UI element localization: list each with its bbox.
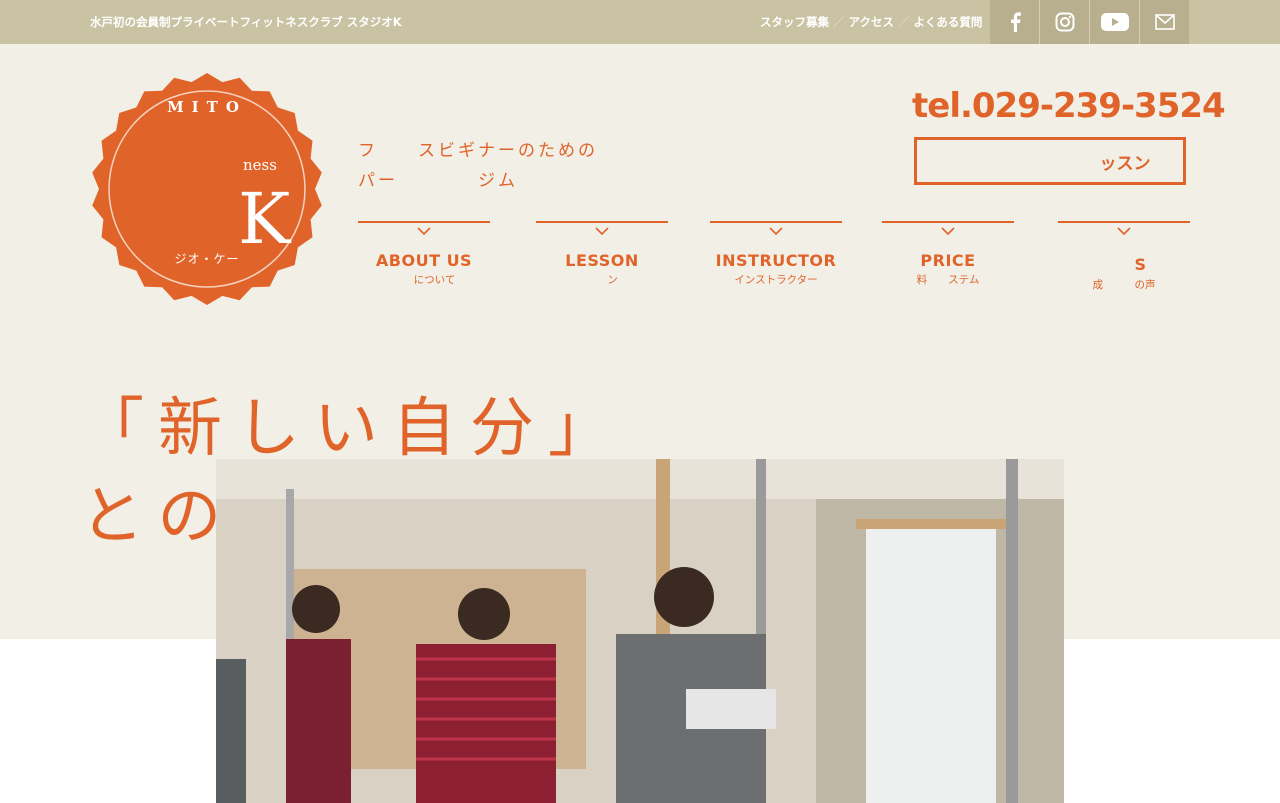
logo-mito-text: MITO xyxy=(167,98,247,116)
nav-rule xyxy=(358,221,490,223)
nav-rule xyxy=(1058,221,1190,223)
trial-lesson-label: ッスン xyxy=(1099,153,1151,174)
top-link-recruit[interactable]: スタッフ募集 xyxy=(760,15,829,29)
catchcopy-line2: パー ジム xyxy=(358,171,518,191)
nav-item-instructor[interactable]: INSTRUCTOR インストラクター xyxy=(710,221,842,287)
nav-label-ja: 成 の声 xyxy=(1092,279,1156,291)
site-tagline: 水戸初の会員制プライベートフィットネスクラブ スタジオK xyxy=(90,15,402,29)
instagram-icon xyxy=(1055,12,1074,32)
phone-number[interactable]: tel.029-239-3524 xyxy=(912,86,1226,126)
nav-item-about[interactable]: ABOUT US について xyxy=(358,221,490,287)
logo-k-letter: K xyxy=(238,178,291,260)
nav-label-en: ABOUT US xyxy=(375,251,473,270)
nav-label-ja: インストラクター xyxy=(734,274,818,286)
youtube-button[interactable] xyxy=(1089,0,1139,44)
nav-item-price[interactable]: PRICE 料 ステム xyxy=(882,221,1014,287)
gym-photo-image xyxy=(216,459,1064,803)
nav-label-en: PRICE xyxy=(920,251,976,270)
hero-photo xyxy=(216,459,1064,803)
site-logo[interactable]: MITO ness K ジオ・ケー xyxy=(88,70,326,308)
nav-rule xyxy=(882,221,1014,223)
top-link-faq[interactable]: よくある質問 xyxy=(913,15,982,29)
nav-label-ja: ン xyxy=(586,274,618,286)
top-links: スタッフ募集／アクセス／よくある質問 xyxy=(760,14,982,30)
logo-fitness-text: ness xyxy=(243,156,277,174)
instagram-button[interactable] xyxy=(1039,0,1089,44)
facebook-button[interactable] xyxy=(990,0,1039,44)
top-link-access[interactable]: アクセス xyxy=(849,15,894,29)
youtube-icon xyxy=(1100,13,1129,31)
nav-label-en: LESSON xyxy=(565,251,639,270)
chevron-down-icon xyxy=(417,227,431,236)
mail-button[interactable] xyxy=(1139,0,1189,44)
nav-rule xyxy=(710,221,842,223)
nav-label-ja: 料 ステム xyxy=(916,274,980,286)
catchcopy-line1: フ スビギナーのための xyxy=(358,141,598,161)
facebook-icon xyxy=(1010,12,1021,32)
nav-label-ja: について xyxy=(392,274,456,286)
chevron-down-icon xyxy=(941,227,955,236)
nav-label-en: INSTRUCTOR xyxy=(715,251,837,270)
link-separator: ／ xyxy=(833,15,845,29)
trial-lesson-button[interactable]: ッスン xyxy=(914,137,1186,185)
mail-icon xyxy=(1154,14,1175,30)
nav-label-en: S xyxy=(1101,255,1147,274)
nav-item-lesson[interactable]: LESSON ン xyxy=(536,221,668,287)
link-separator: ／ xyxy=(897,15,910,29)
chevron-down-icon xyxy=(1117,227,1131,236)
logo-studio-text: ジオ・ケー xyxy=(174,252,240,266)
top-bar: 水戸初の会員制プライベートフィットネスクラブ スタジオK スタッフ募集／アクセス… xyxy=(0,0,1280,44)
nav-item-voices[interactable]: S 成 の声 xyxy=(1058,221,1190,292)
nav-rule xyxy=(536,221,668,223)
chevron-down-icon xyxy=(769,227,783,236)
chevron-down-icon xyxy=(595,227,609,236)
social-links xyxy=(990,0,1190,44)
